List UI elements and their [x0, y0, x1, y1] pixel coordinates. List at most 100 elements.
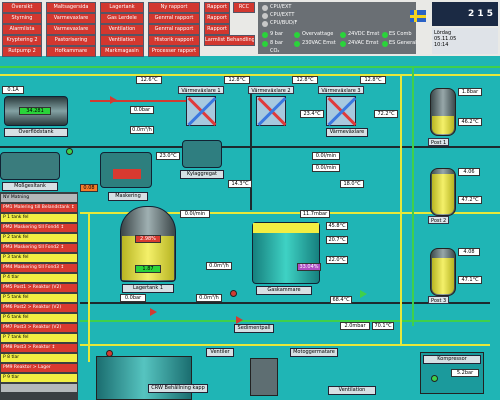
alarm-row[interactable]: PM2 Maskering till Fond4 ↕: [1, 224, 77, 232]
mixing-tank-left: [0, 152, 60, 180]
alarm-row[interactable]: P 1 tank fel: [1, 214, 77, 222]
pipe-vertical-right: [400, 74, 402, 344]
nav-button-rutpump[interactable]: Rutpump 2: [2, 46, 42, 57]
hx2-temp: 12.8°C: [292, 76, 318, 84]
status-led-icon: [262, 41, 268, 47]
nav-button-processer-rapport[interactable]: Processer rapport: [148, 46, 200, 57]
alarm-row[interactable]: P 7 tank fel: [1, 334, 77, 342]
pipe-green-2: [80, 320, 490, 322]
top-navigation-bar: Översikt Maltsagersida Lagertank Ny rapp…: [0, 0, 500, 57]
alarm-row[interactable]: PM4 Maskering till Fond3 ↕: [1, 264, 77, 272]
chamber-temp-1: 45.8°C: [326, 222, 348, 230]
alarm-row[interactable]: P 9 tlar: [1, 374, 77, 382]
status-led-icon: [382, 41, 388, 47]
alarm-row[interactable]: PM1 Malering till Belandstank ↕: [1, 204, 77, 212]
nav-button-alarmlista[interactable]: Alarmlista: [2, 24, 42, 35]
alarm-row[interactable]: P 3 tank fel: [1, 254, 77, 262]
storage-flow-3: 0.0m³/h: [196, 294, 222, 302]
pipe-red: [90, 100, 200, 102]
nav-button-hofkammare[interactable]: Hofkammare: [46, 46, 96, 57]
status-alarm-4: ES General: [389, 40, 417, 46]
heat-exchanger-rack-label: Värmeväxlare: [326, 128, 368, 137]
cpu-status-2: CPU/EXTT: [270, 12, 295, 18]
heat-exchanger-2: [256, 96, 287, 126]
nav-button-pastorisering[interactable]: Pastorisering: [46, 35, 96, 46]
cooling-unit-label: Kylaggregat: [180, 170, 224, 179]
nav-button-ventilation-2[interactable]: Ventilation: [100, 35, 144, 46]
motor-label[interactable]: Motoggermatare: [290, 348, 338, 357]
temp-display: 12.6°C: [136, 76, 162, 84]
status-led-icon: [262, 13, 268, 19]
nav-button-historik-rapport[interactable]: Historik rapport: [148, 35, 200, 46]
status-pressure-2: Overvattage: [302, 31, 334, 37]
alarm-row[interactable]: PM8 Post3 > Reaktor ↕: [1, 344, 77, 352]
valve-icon[interactable]: [150, 308, 157, 316]
alarm-row[interactable]: PM7 Post3 > Reaktor (V2): [1, 324, 77, 332]
swedish-flag-icon[interactable]: [410, 10, 426, 22]
post-3-vessel: [430, 248, 456, 296]
nav-button-kryptering[interactable]: Kryptering 2: [2, 35, 42, 46]
status-pressure-4: ES Comb: [389, 31, 412, 37]
nav-button-lagertank[interactable]: Lagertank: [100, 2, 144, 13]
nav-button-rcc[interactable]: RCC: [233, 2, 255, 13]
flow-display: 0.0m³/h: [130, 126, 154, 134]
nav-button-general-rapport-1[interactable]: Genrral rapport: [148, 13, 200, 24]
nav-button-general-rapport-2[interactable]: Genrral rapport: [148, 24, 200, 35]
post-2-value-2: 47.2°C: [458, 196, 482, 204]
fermentation-chamber-label: Gaskammare: [256, 286, 312, 295]
nav-button-rapport-2[interactable]: Rapport: [204, 13, 230, 24]
nav-button-ny-rapport[interactable]: Ny rapport: [148, 2, 200, 13]
ventilation-label[interactable]: Ventilation: [328, 386, 376, 395]
cpu-status-3: CPU/BUD/F: [270, 20, 298, 26]
nav-button-gas-lerdele[interactable]: Gas Lerdele: [100, 13, 144, 24]
cooling-unit: [182, 140, 222, 168]
valves-label[interactable]: Ventiler: [206, 348, 234, 357]
company-logo: 2 1 5: [432, 2, 498, 26]
chamber-temp-5: 70.1°C: [372, 322, 394, 330]
red-heat-element: [113, 169, 141, 179]
nav-button-larmlist[interactable]: Larmlist Behandling: [204, 35, 255, 46]
nav-button-oversikt[interactable]: Översikt: [2, 2, 42, 13]
mid-temp-3: 14.3°C: [228, 180, 252, 188]
valve-icon[interactable]: [236, 316, 243, 324]
post-3-value-2: 47.1°C: [458, 276, 482, 284]
alarm-row[interactable]: [1, 384, 77, 392]
pressure-display: 0.0bar: [130, 106, 154, 114]
nav-button-markmagasin[interactable]: Markmagasin: [100, 46, 144, 57]
pump-icon[interactable]: [66, 148, 73, 155]
nav-button-ventilation-1[interactable]: Ventilation: [100, 24, 144, 35]
pipe-top-main: [0, 74, 500, 76]
nav-button-maltsagersida[interactable]: Maltsagersida: [46, 2, 96, 13]
alarm-row[interactable]: P 2 tank fel: [1, 234, 77, 242]
cpu-status-1: CPU/EXT: [270, 4, 292, 10]
compressor-icon[interactable]: [431, 375, 438, 382]
alarm-row[interactable]: P 5 tank fel: [1, 294, 77, 302]
pump-icon[interactable]: [230, 290, 237, 297]
alarm-row[interactable]: P 4 tlar: [1, 274, 77, 282]
alarm-row[interactable]: P 6 tank fel: [1, 314, 77, 322]
time-text: 10:14: [434, 42, 449, 48]
alarm-row[interactable]: PM6 Post2 > Reaktor (V2): [1, 304, 77, 312]
post-1-value-1: 1.8bar: [458, 88, 482, 96]
valve-icon[interactable]: [110, 96, 117, 104]
pipe-yellow-2: [80, 344, 490, 346]
pipe-vertical-mid: [250, 90, 252, 210]
valve-icon[interactable]: [360, 290, 367, 298]
status-pressure-1: 9 bar: [270, 31, 284, 37]
alarm-row[interactable]: P 8 tlar: [1, 354, 77, 362]
alarm-row[interactable]: PM3 Maskering till Fond2 ↕: [1, 244, 77, 252]
mid-temp-1: 23.4°C: [300, 110, 324, 118]
post-2-vessel: [430, 168, 456, 216]
alarm-row[interactable]: PM5 Post1 > Reaktor (V2): [1, 284, 77, 292]
alarm-row[interactable]: NV Matning: [1, 194, 77, 202]
nav-button-varmevaxlare-1[interactable]: Varmevaxlare: [46, 13, 96, 24]
hx1-temp: 12.8°C: [224, 76, 250, 84]
fermentation-chamber: 33.04%: [252, 222, 321, 284]
alarm-row[interactable]: PM9 Reaktor > Lager: [1, 364, 77, 372]
chamber-temp-2: 20.7°C: [326, 236, 348, 244]
nav-button-varmevaxlare-2[interactable]: Varmevaxlare: [46, 24, 96, 35]
nav-button-styrning[interactable]: Styrning: [2, 13, 42, 24]
nav-button-rapport-3[interactable]: Rapport: [204, 24, 230, 35]
compressor-value: 5.2bar: [451, 369, 479, 377]
nav-button-rapport-1[interactable]: Rapport: [204, 2, 230, 13]
